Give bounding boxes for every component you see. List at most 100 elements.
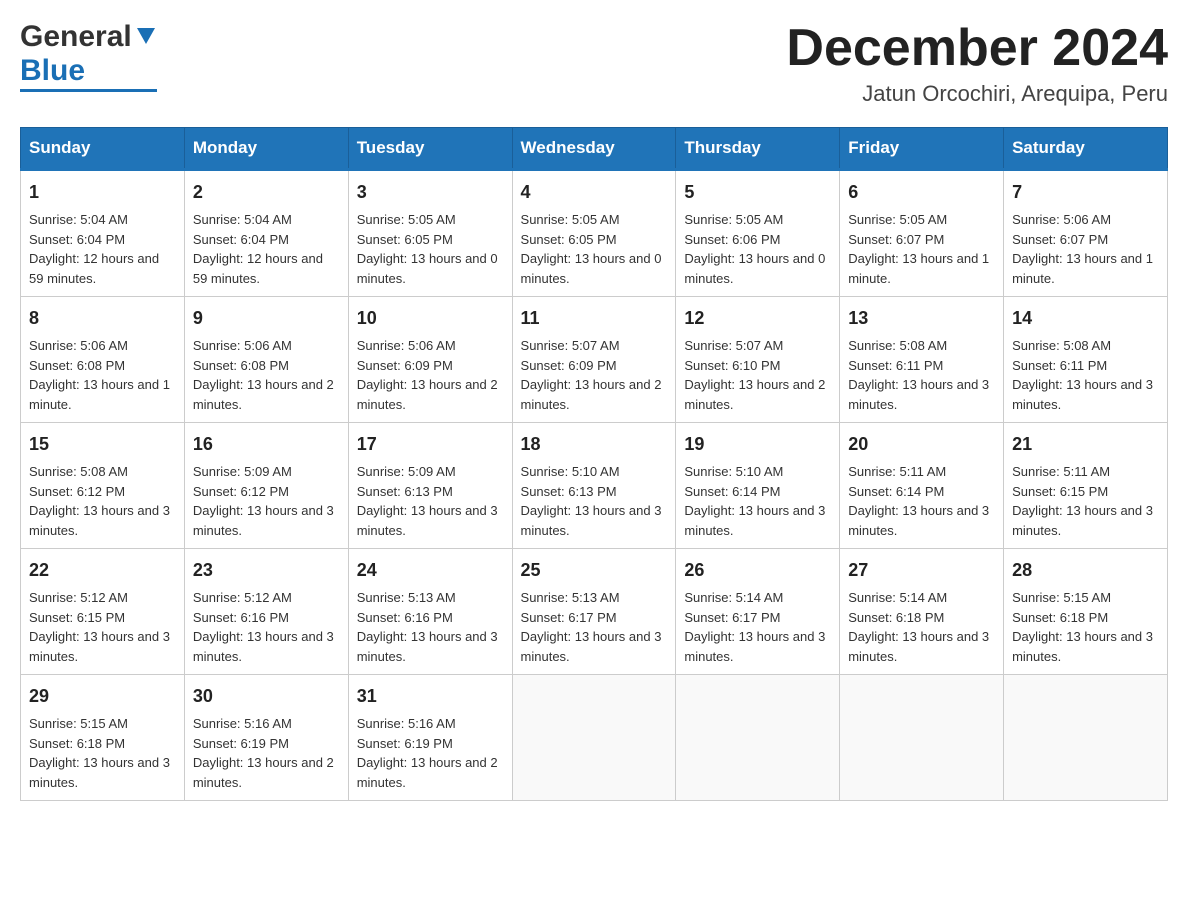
sunset-label: Sunset: 6:07 PM xyxy=(848,232,944,247)
table-row: 18 Sunrise: 5:10 AM Sunset: 6:13 PM Dayl… xyxy=(512,423,676,549)
day-number: 7 xyxy=(1012,179,1159,206)
table-row: 8 Sunrise: 5:06 AM Sunset: 6:08 PM Dayli… xyxy=(21,297,185,423)
daylight-label: Daylight: 13 hours and 3 minutes. xyxy=(29,629,170,664)
sunrise-label: Sunrise: 5:08 AM xyxy=(29,464,128,479)
table-row: 30 Sunrise: 5:16 AM Sunset: 6:19 PM Dayl… xyxy=(184,675,348,801)
page-header: General Blue December 2024 Jatun Orcochi… xyxy=(20,20,1168,107)
sunset-label: Sunset: 6:12 PM xyxy=(29,484,125,499)
daylight-label: Daylight: 13 hours and 3 minutes. xyxy=(193,503,334,538)
sunrise-label: Sunrise: 5:06 AM xyxy=(357,338,456,353)
table-row: 25 Sunrise: 5:13 AM Sunset: 6:17 PM Dayl… xyxy=(512,549,676,675)
daylight-label: Daylight: 13 hours and 3 minutes. xyxy=(684,629,825,664)
sunrise-label: Sunrise: 5:13 AM xyxy=(521,590,620,605)
daylight-label: Daylight: 13 hours and 3 minutes. xyxy=(848,629,989,664)
sunset-label: Sunset: 6:09 PM xyxy=(521,358,617,373)
sunrise-label: Sunrise: 5:08 AM xyxy=(1012,338,1111,353)
sunrise-label: Sunrise: 5:15 AM xyxy=(1012,590,1111,605)
table-row: 6 Sunrise: 5:05 AM Sunset: 6:07 PM Dayli… xyxy=(840,170,1004,297)
sunrise-label: Sunrise: 5:07 AM xyxy=(684,338,783,353)
logo-blue-text: Blue xyxy=(20,54,85,87)
sunrise-label: Sunrise: 5:16 AM xyxy=(357,716,456,731)
day-number: 23 xyxy=(193,557,340,584)
day-number: 30 xyxy=(193,683,340,710)
sunset-label: Sunset: 6:08 PM xyxy=(29,358,125,373)
sunset-label: Sunset: 6:17 PM xyxy=(684,610,780,625)
table-row: 11 Sunrise: 5:07 AM Sunset: 6:09 PM Dayl… xyxy=(512,297,676,423)
sunset-label: Sunset: 6:13 PM xyxy=(357,484,453,499)
sunset-label: Sunset: 6:19 PM xyxy=(193,736,289,751)
header-thursday: Thursday xyxy=(676,128,840,170)
table-row: 12 Sunrise: 5:07 AM Sunset: 6:10 PM Dayl… xyxy=(676,297,840,423)
daylight-label: Daylight: 13 hours and 3 minutes. xyxy=(1012,503,1153,538)
daylight-label: Daylight: 13 hours and 3 minutes. xyxy=(848,503,989,538)
title-block: December 2024 Jatun Orcochiri, Arequipa,… xyxy=(786,20,1168,107)
daylight-label: Daylight: 12 hours and 59 minutes. xyxy=(193,251,323,286)
sunrise-label: Sunrise: 5:12 AM xyxy=(29,590,128,605)
month-title: December 2024 xyxy=(786,20,1168,77)
header-tuesday: Tuesday xyxy=(348,128,512,170)
sunset-label: Sunset: 6:11 PM xyxy=(848,358,943,373)
sunset-label: Sunset: 6:04 PM xyxy=(29,232,125,247)
sunrise-label: Sunrise: 5:10 AM xyxy=(521,464,620,479)
sunrise-label: Sunrise: 5:07 AM xyxy=(521,338,620,353)
daylight-label: Daylight: 13 hours and 3 minutes. xyxy=(193,629,334,664)
day-number: 31 xyxy=(357,683,504,710)
sunrise-label: Sunrise: 5:12 AM xyxy=(193,590,292,605)
daylight-label: Daylight: 13 hours and 3 minutes. xyxy=(521,629,662,664)
sunset-label: Sunset: 6:10 PM xyxy=(684,358,780,373)
day-number: 21 xyxy=(1012,431,1159,458)
table-row: 29 Sunrise: 5:15 AM Sunset: 6:18 PM Dayl… xyxy=(21,675,185,801)
sunrise-label: Sunrise: 5:11 AM xyxy=(1012,464,1110,479)
table-row: 22 Sunrise: 5:12 AM Sunset: 6:15 PM Dayl… xyxy=(21,549,185,675)
table-row: 13 Sunrise: 5:08 AM Sunset: 6:11 PM Dayl… xyxy=(840,297,1004,423)
sunrise-label: Sunrise: 5:13 AM xyxy=(357,590,456,605)
sunrise-label: Sunrise: 5:05 AM xyxy=(848,212,947,227)
sunset-label: Sunset: 6:15 PM xyxy=(29,610,125,625)
day-number: 5 xyxy=(684,179,831,206)
day-number: 16 xyxy=(193,431,340,458)
location-title: Jatun Orcochiri, Arequipa, Peru xyxy=(786,81,1168,107)
sunset-label: Sunset: 6:14 PM xyxy=(848,484,944,499)
sunrise-label: Sunrise: 5:04 AM xyxy=(29,212,128,227)
daylight-label: Daylight: 13 hours and 2 minutes. xyxy=(193,755,334,790)
sunrise-label: Sunrise: 5:14 AM xyxy=(848,590,947,605)
daylight-label: Daylight: 13 hours and 3 minutes. xyxy=(684,503,825,538)
sunset-label: Sunset: 6:17 PM xyxy=(521,610,617,625)
calendar-week-row: 8 Sunrise: 5:06 AM Sunset: 6:08 PM Dayli… xyxy=(21,297,1168,423)
table-row: 31 Sunrise: 5:16 AM Sunset: 6:19 PM Dayl… xyxy=(348,675,512,801)
day-number: 18 xyxy=(521,431,668,458)
table-row: 27 Sunrise: 5:14 AM Sunset: 6:18 PM Dayl… xyxy=(840,549,1004,675)
sunrise-label: Sunrise: 5:05 AM xyxy=(684,212,783,227)
daylight-label: Daylight: 13 hours and 3 minutes. xyxy=(357,629,498,664)
calendar-week-row: 29 Sunrise: 5:15 AM Sunset: 6:18 PM Dayl… xyxy=(21,675,1168,801)
table-row: 2 Sunrise: 5:04 AM Sunset: 6:04 PM Dayli… xyxy=(184,170,348,297)
sunrise-label: Sunrise: 5:10 AM xyxy=(684,464,783,479)
day-number: 24 xyxy=(357,557,504,584)
sunset-label: Sunset: 6:18 PM xyxy=(1012,610,1108,625)
sunset-label: Sunset: 6:12 PM xyxy=(193,484,289,499)
table-row: 28 Sunrise: 5:15 AM Sunset: 6:18 PM Dayl… xyxy=(1004,549,1168,675)
daylight-label: Daylight: 13 hours and 1 minute. xyxy=(848,251,989,286)
table-row: 9 Sunrise: 5:06 AM Sunset: 6:08 PM Dayli… xyxy=(184,297,348,423)
sunset-label: Sunset: 6:19 PM xyxy=(357,736,453,751)
daylight-label: Daylight: 13 hours and 2 minutes. xyxy=(521,377,662,412)
day-number: 2 xyxy=(193,179,340,206)
sunset-label: Sunset: 6:15 PM xyxy=(1012,484,1108,499)
sunrise-label: Sunrise: 5:11 AM xyxy=(848,464,946,479)
sunset-label: Sunset: 6:18 PM xyxy=(848,610,944,625)
calendar-week-row: 1 Sunrise: 5:04 AM Sunset: 6:04 PM Dayli… xyxy=(21,170,1168,297)
day-number: 9 xyxy=(193,305,340,332)
table-row: 23 Sunrise: 5:12 AM Sunset: 6:16 PM Dayl… xyxy=(184,549,348,675)
table-row: 15 Sunrise: 5:08 AM Sunset: 6:12 PM Dayl… xyxy=(21,423,185,549)
sunrise-label: Sunrise: 5:09 AM xyxy=(357,464,456,479)
day-number: 8 xyxy=(29,305,176,332)
sunrise-label: Sunrise: 5:04 AM xyxy=(193,212,292,227)
header-wednesday: Wednesday xyxy=(512,128,676,170)
daylight-label: Daylight: 13 hours and 1 minute. xyxy=(1012,251,1153,286)
sunset-label: Sunset: 6:05 PM xyxy=(357,232,453,247)
header-saturday: Saturday xyxy=(1004,128,1168,170)
table-row: 20 Sunrise: 5:11 AM Sunset: 6:14 PM Dayl… xyxy=(840,423,1004,549)
calendar-header: Sunday Monday Tuesday Wednesday Thursday… xyxy=(21,128,1168,170)
daylight-label: Daylight: 13 hours and 3 minutes. xyxy=(1012,629,1153,664)
table-row: 24 Sunrise: 5:13 AM Sunset: 6:16 PM Dayl… xyxy=(348,549,512,675)
